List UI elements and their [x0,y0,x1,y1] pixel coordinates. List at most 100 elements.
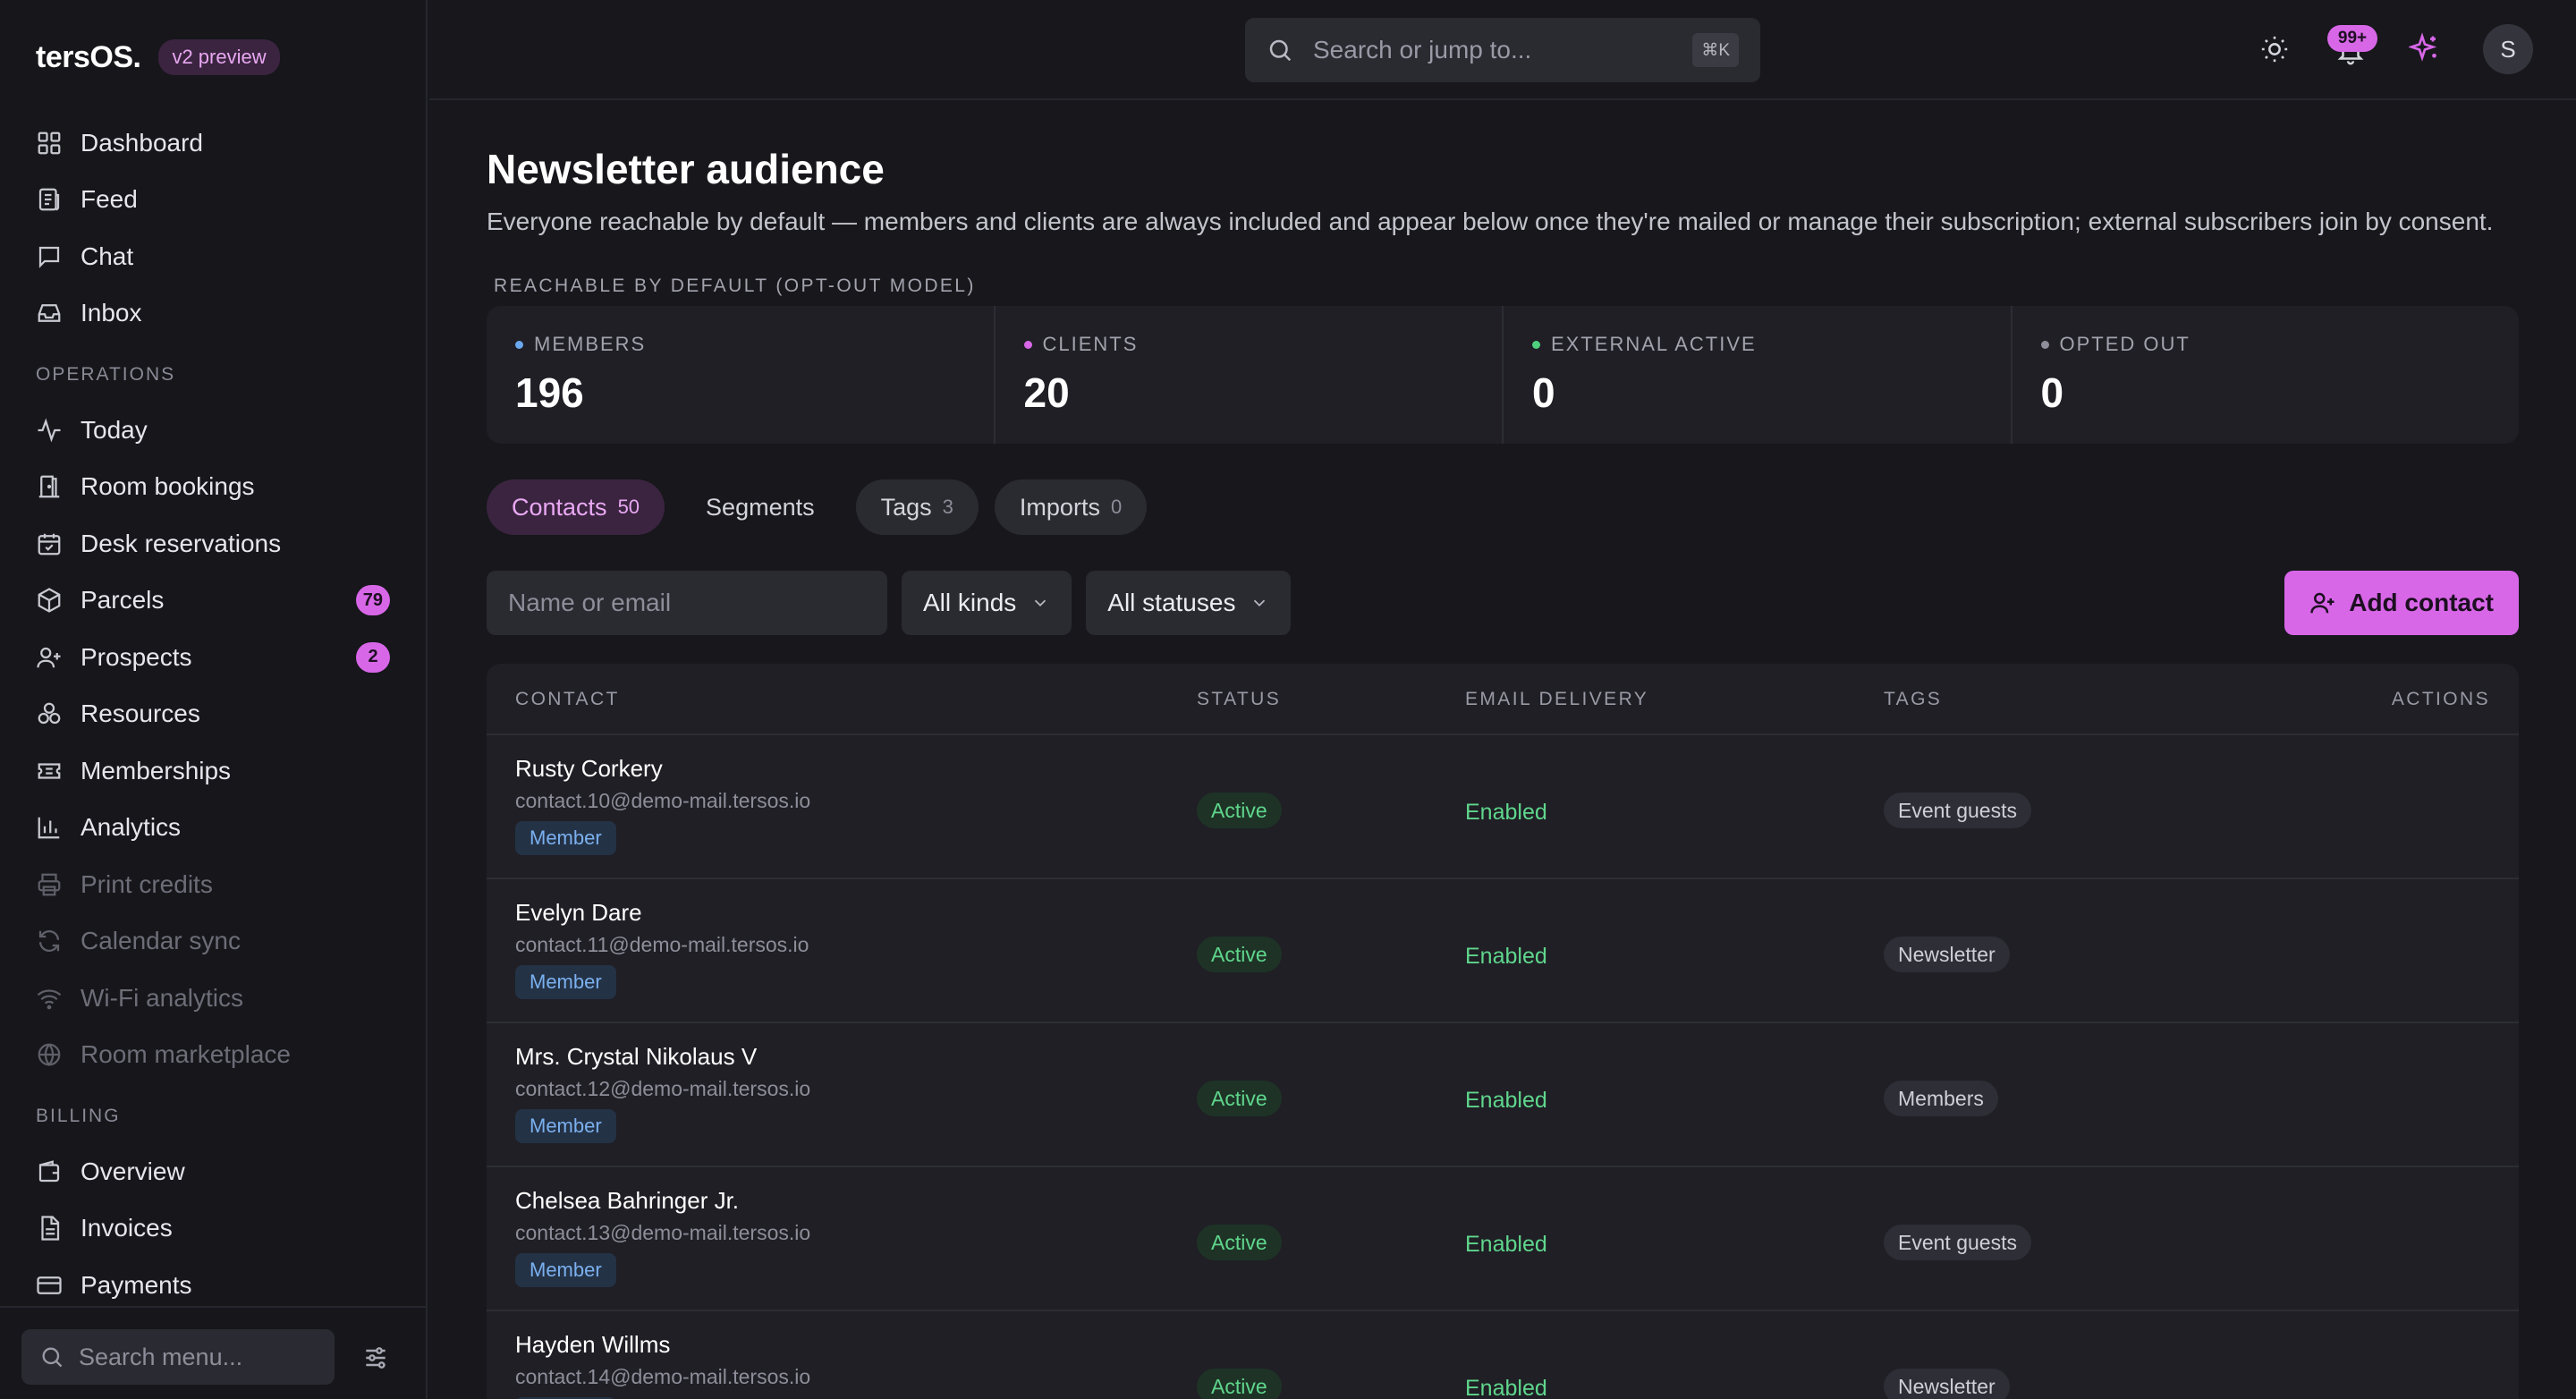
header-contact[interactable]: CONTACT [515,689,620,710]
sidebar-item-overview[interactable]: Overview [0,1143,426,1200]
contact-search-field[interactable] [487,571,887,635]
status-select[interactable]: All statuses [1086,571,1292,635]
stat-members: MEMBERS 196 [487,306,996,444]
sidebar-item-label: Resources [80,700,200,728]
contact-name[interactable]: Evelyn Dare [515,899,642,927]
sidebar-item-dashboard[interactable]: Dashboard [0,114,426,172]
sliders-icon[interactable] [361,1344,390,1372]
page-subtitle: Everyone reachable by default — members … [487,208,2494,235]
sidebar-item-invoices[interactable]: Invoices [0,1200,426,1258]
stat-label-text: OPTED OUT [2059,333,2190,355]
sidebar-nav: Dashboard Feed Chat Inbox OPERATIONS Tod… [0,114,426,1314]
menu-search-input[interactable] [79,1343,311,1371]
header-tags[interactable]: TAGS [1884,689,1942,710]
sidebar-item-memberships[interactable]: Memberships [0,742,426,800]
avatar[interactable]: S [2483,24,2533,74]
sidebar-item-payments[interactable]: Payments [0,1257,426,1314]
stat-label-text: MEMBERS [534,333,647,355]
contact-name[interactable]: Rusty Corkery [515,755,663,783]
chat-bubble-icon [36,243,63,270]
sidebar-item-parcels[interactable]: Parcels 79 [0,572,426,630]
sidebar-item-analytics[interactable]: Analytics [0,800,426,857]
brand[interactable]: tersOS. v2 preview [36,38,280,77]
sidebar-item-label: Parcels [80,586,165,615]
sidebar-item-prospects[interactable]: Prospects 2 [0,629,426,686]
status-badge: Active [1197,793,1282,828]
theme-toggle-sun-icon[interactable] [2259,34,2292,66]
kind-select[interactable]: All kinds [902,571,1072,635]
boxes-icon [36,700,63,727]
tag-chip: Event guests [1884,1225,2031,1260]
tab-contacts[interactable]: Contacts 50 [487,479,665,535]
tab-tags[interactable]: Tags 3 [855,479,979,535]
notifications-badge: 99+ [2327,25,2377,52]
contact-name[interactable]: Chelsea Bahringer Jr. [515,1187,739,1215]
tab-imports[interactable]: Imports 0 [994,479,1148,535]
contact-search-input[interactable] [508,589,866,617]
tab-segments[interactable]: Segments [681,479,840,535]
sidebar-item-label: Analytics [80,813,182,842]
brand-logo[interactable]: tersOS. [36,40,141,75]
stat-label-text: CLIENTS [1042,333,1139,355]
contact-email: contact.12@demo-mail.tersos.io [515,1077,811,1100]
stat-value: 0 [1532,369,1555,416]
sidebar-item-room-marketplace[interactable]: Room marketplace [0,1027,426,1084]
sidebar-item-label: Room marketplace [80,1040,291,1069]
email-delivery-status: Enabled [1465,1376,1547,1399]
sidebar-item-label: Prospects [80,642,192,671]
parcels-count-badge: 79 [355,585,390,616]
contact-name[interactable]: Mrs. Crystal Nikolaus V [515,1043,757,1071]
user-plus-icon [2309,589,2336,616]
search-icon [39,1344,64,1369]
tab-count: 0 [1110,496,1123,518]
search-icon [1267,37,1293,64]
email-delivery-status: Enabled [1465,1232,1547,1257]
sidebar-item-inbox[interactable]: Inbox [0,285,426,343]
global-search-input[interactable] [1313,36,1671,64]
printer-icon [36,871,63,898]
tab-label: Segments [706,493,815,521]
menu-search[interactable] [21,1329,335,1385]
email-delivery-status: Enabled [1465,800,1547,825]
user-plus-icon [36,644,63,671]
sidebar-item-chat[interactable]: Chat [0,228,426,285]
file-text-icon [36,1215,63,1242]
table-row[interactable]: Rusty Corkery contact.10@demo-mail.terso… [487,733,2519,878]
table-row[interactable]: Mrs. Crystal Nikolaus V contact.12@demo-… [487,1022,2519,1166]
header-email-delivery[interactable]: EMAIL DELIVERY [1465,689,1648,710]
sidebar-footer [0,1306,426,1399]
tab-label: Imports [1019,493,1100,521]
sidebar-item-wifi-analytics[interactable]: Wi-Fi analytics [0,970,426,1027]
activity-icon [36,417,63,444]
table-row[interactable]: Evelyn Dare contact.11@demo-mail.tersos.… [487,878,2519,1022]
sidebar-item-feed[interactable]: Feed [0,172,426,229]
sidebar-item-today[interactable]: Today [0,402,426,459]
table-row[interactable]: Chelsea Bahringer Jr. contact.13@demo-ma… [487,1166,2519,1310]
sidebar-item-label: Chat [80,242,134,270]
sidebar-item-label: Memberships [80,756,232,784]
sidebar-item-room-bookings[interactable]: Room bookings [0,459,426,516]
contact-kind-badge: Member [515,1109,616,1143]
table-row[interactable]: Hayden Willms contact.14@demo-mail.terso… [487,1310,2519,1399]
tag-chip: Event guests [1884,793,2031,828]
top-bar: ⌘K 99+ S [429,0,2576,100]
sidebar-item-label: Desk reservations [80,529,282,557]
header-status[interactable]: STATUS [1197,689,1281,710]
add-contact-button[interactable]: Add contact [2284,571,2519,635]
sidebar-item-resources[interactable]: Resources [0,686,426,743]
global-search[interactable]: ⌘K [1245,18,1760,82]
sidebar-item-label: Room bookings [80,472,255,501]
contact-name[interactable]: Hayden Willms [515,1331,670,1359]
sparkles-icon[interactable] [2409,32,2441,64]
sidebar-item-calendar-sync[interactable]: Calendar sync [0,913,426,971]
package-icon [36,587,63,614]
tab-count: 3 [942,496,953,518]
clients-dot-icon [1023,340,1032,349]
ticket-icon [36,758,63,784]
sidebar-item-print-credits[interactable]: Print credits [0,856,426,913]
page-title: Newsletter audience [487,146,885,192]
status-badge: Active [1197,1369,1282,1399]
sidebar-item-desk-reservations[interactable]: Desk reservations [0,515,426,572]
contact-kind-badge: Member [515,1253,616,1287]
main-content: Newsletter audience Everyone reachable b… [487,100,2519,1399]
